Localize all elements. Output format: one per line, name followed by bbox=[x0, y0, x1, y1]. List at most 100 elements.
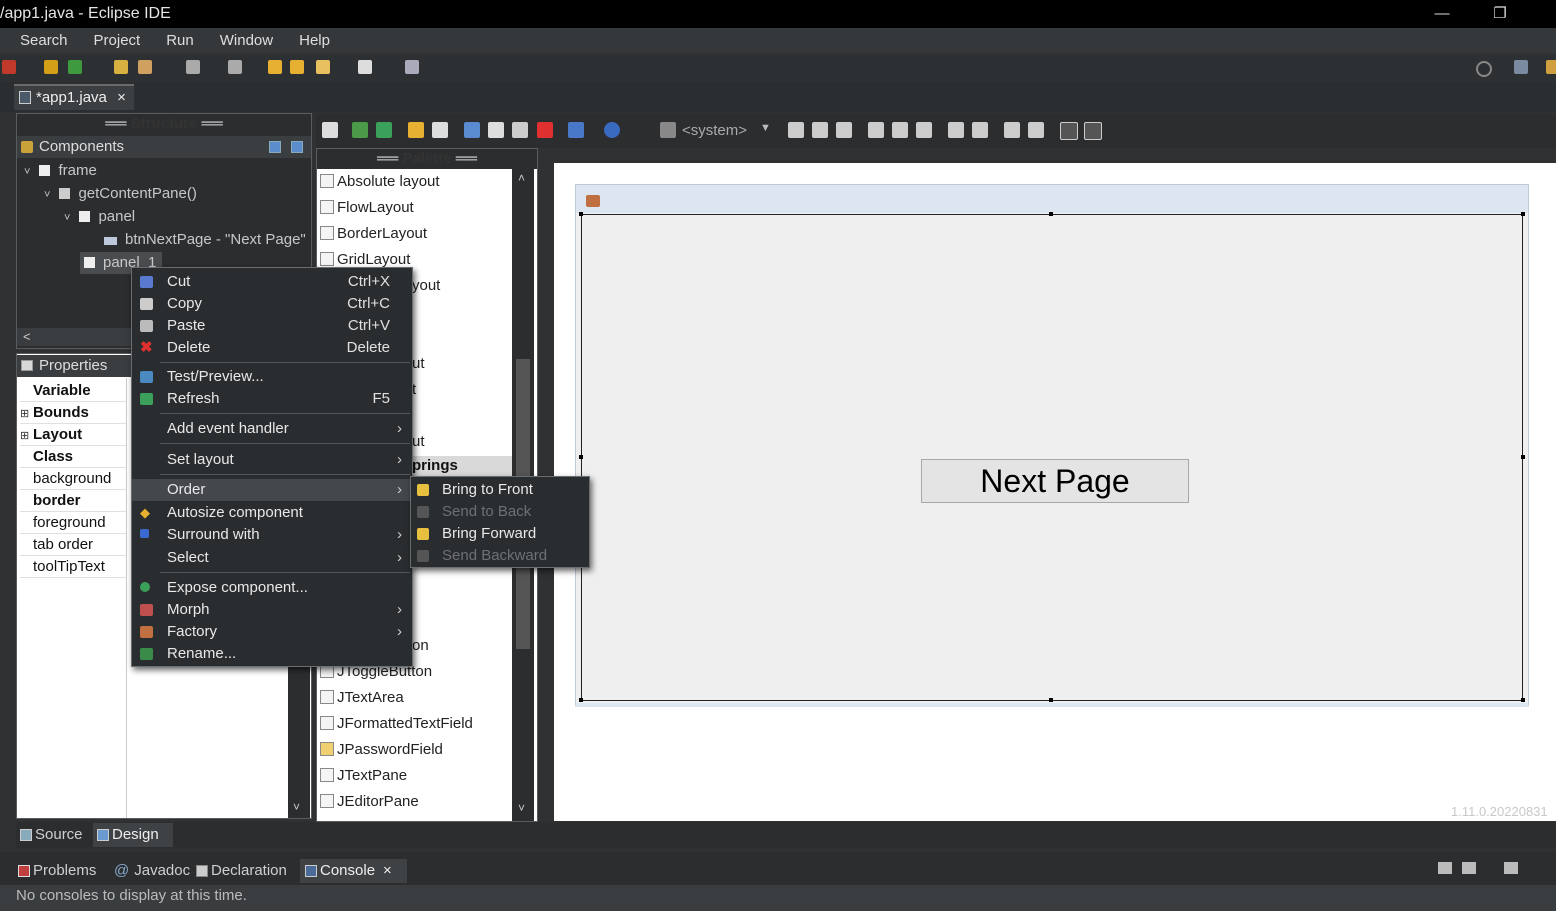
menu-search[interactable]: Search bbox=[0, 28, 94, 53]
menu-item-set-layout[interactable]: Set layout › bbox=[132, 449, 412, 471]
file-icon[interactable] bbox=[186, 60, 200, 74]
menu-item-order[interactable]: Order › bbox=[132, 479, 412, 501]
cut-icon[interactable] bbox=[464, 122, 480, 138]
palette-jtextarea[interactable]: JTextArea bbox=[320, 685, 404, 711]
palette-partial-item[interactable]: yout bbox=[412, 273, 440, 299]
undo-icon[interactable] bbox=[408, 122, 424, 138]
palette-borderlayout[interactable]: BorderLayout bbox=[320, 221, 427, 247]
tree-node-panel[interactable]: ˅ panel bbox=[64, 206, 135, 228]
palette-jeditorpane[interactable]: JEditorPane bbox=[320, 789, 419, 815]
restore-button[interactable]: ❐ bbox=[1472, 0, 1528, 28]
tree-node-btn-next-page[interactable]: btnNextPage - "Next Page" bbox=[104, 229, 306, 251]
prop-variable[interactable]: Variable bbox=[20, 380, 126, 402]
combo-dropdown-icon[interactable]: ▼ bbox=[760, 122, 771, 134]
annotation-icon[interactable] bbox=[228, 60, 242, 74]
frame-title-bar[interactable] bbox=[575, 184, 1529, 214]
next-page-button[interactable]: Next Page bbox=[921, 459, 1189, 503]
tab-console[interactable]: Console × bbox=[300, 859, 407, 883]
system-combo[interactable]: <system> bbox=[682, 121, 747, 141]
globe-icon[interactable] bbox=[604, 122, 620, 138]
prop-foreground[interactable]: foreground bbox=[20, 512, 126, 534]
center-h-icon[interactable] bbox=[1060, 122, 1078, 140]
prop-background[interactable]: background bbox=[20, 468, 126, 490]
open-perspective-icon[interactable] bbox=[1514, 60, 1528, 74]
editor-tab-close[interactable]: × bbox=[117, 89, 126, 106]
align-top-icon[interactable] bbox=[868, 122, 884, 138]
refresh-icon[interactable] bbox=[68, 60, 82, 74]
palette-scroll-up-arrow[interactable]: ˄ bbox=[518, 171, 525, 185]
align-right-icon[interactable] bbox=[836, 122, 852, 138]
align-middle-icon[interactable] bbox=[892, 122, 908, 138]
prop-tab-order[interactable]: tab order bbox=[20, 534, 126, 556]
look-and-feel-icon[interactable] bbox=[660, 122, 676, 138]
resize-handle[interactable] bbox=[1521, 212, 1525, 216]
resize-handle[interactable] bbox=[579, 212, 583, 216]
scroll-down-arrow[interactable]: ˅ bbox=[293, 800, 300, 814]
redo-icon[interactable] bbox=[432, 122, 448, 138]
tree-node-content-pane[interactable]: ˅ getContentPane() bbox=[44, 183, 197, 205]
center-v-icon[interactable] bbox=[1084, 122, 1102, 140]
align-left-icon[interactable] bbox=[788, 122, 804, 138]
submenu-bring-forward[interactable]: Bring Forward bbox=[411, 523, 589, 545]
menu-run[interactable]: Run bbox=[166, 28, 220, 53]
layout-expand-icon[interactable]: ⊞ bbox=[20, 429, 29, 442]
distribute-h-icon[interactable] bbox=[1004, 122, 1020, 138]
bounds-expand-icon[interactable]: ⊞ bbox=[20, 407, 29, 420]
submenu-bring-to-front[interactable]: Bring to Front bbox=[411, 479, 589, 501]
panel-1-selection[interactable] bbox=[581, 214, 1523, 701]
distribute-v-icon[interactable] bbox=[1028, 122, 1044, 138]
align-bottom-icon[interactable] bbox=[916, 122, 932, 138]
menu-item-add-event-handler[interactable]: Add event handler › bbox=[132, 418, 412, 440]
console-close[interactable]: × bbox=[383, 862, 392, 879]
menu-item-autosize[interactable]: ◆ Autosize component bbox=[132, 502, 412, 524]
menu-item-delete[interactable]: ✖ Delete Delete bbox=[132, 337, 412, 359]
tree-node-frame[interactable]: ˅ frame bbox=[24, 160, 97, 182]
palette-jtextpane[interactable]: JTextPane bbox=[320, 763, 407, 789]
menu-project[interactable]: Project bbox=[94, 28, 167, 53]
palette-jformattedtextfield[interactable]: JFormattedTextField bbox=[320, 711, 473, 737]
editor-tab-app1[interactable]: *app1.java × bbox=[14, 84, 134, 110]
open-console-icon[interactable] bbox=[1504, 862, 1518, 874]
menu-item-cut[interactable]: Cut Ctrl+X bbox=[132, 271, 412, 293]
menu-item-expose-component[interactable]: Expose component... bbox=[132, 577, 412, 599]
expand-all-icon[interactable] bbox=[269, 141, 281, 153]
delete-icon[interactable] bbox=[537, 122, 553, 138]
prop-border[interactable]: border bbox=[20, 490, 126, 512]
menu-item-paste[interactable]: Paste Ctrl+V bbox=[132, 315, 412, 337]
prop-tooltiptext[interactable]: toolTipText bbox=[20, 556, 126, 578]
palette-category-springs[interactable]: prings bbox=[412, 456, 512, 476]
copy-icon[interactable] bbox=[488, 122, 504, 138]
tab-problems[interactable]: Problems bbox=[18, 859, 96, 883]
collapse-all-icon[interactable] bbox=[291, 141, 303, 153]
pin-editor-icon[interactable] bbox=[405, 60, 419, 74]
debug-icon[interactable] bbox=[2, 60, 16, 74]
palette-absolute-layout[interactable]: Absolute layout bbox=[320, 169, 440, 195]
same-height-icon[interactable] bbox=[972, 122, 988, 138]
palette-partial-item[interactable]: on bbox=[412, 633, 429, 659]
menu-item-factory[interactable]: Factory › bbox=[132, 621, 412, 643]
test-preview-icon[interactable] bbox=[352, 122, 368, 138]
prop-bounds[interactable]: Bounds bbox=[20, 402, 126, 424]
pin-console-icon[interactable] bbox=[1438, 862, 1452, 874]
menu-item-refresh[interactable]: Refresh F5 bbox=[132, 388, 412, 410]
tab-javadoc[interactable]: @ Javadoc bbox=[114, 859, 190, 883]
menu-help[interactable]: Help bbox=[299, 28, 343, 53]
resize-handle[interactable] bbox=[1521, 698, 1525, 702]
palette-jpasswordfield[interactable]: JPasswordField bbox=[320, 737, 443, 763]
menu-item-test-preview[interactable]: Test/Preview... bbox=[132, 366, 412, 388]
palette-flowlayout[interactable]: FlowLayout bbox=[320, 195, 414, 221]
resize-handle[interactable] bbox=[1049, 698, 1053, 702]
events-icon[interactable] bbox=[568, 122, 584, 138]
menu-item-select[interactable]: Select › bbox=[132, 547, 412, 569]
same-width-icon[interactable] bbox=[948, 122, 964, 138]
align-center-icon[interactable] bbox=[812, 122, 828, 138]
open-folder-icon[interactable] bbox=[114, 60, 128, 74]
new-project-icon[interactable] bbox=[44, 60, 58, 74]
tab-source[interactable]: Source bbox=[20, 823, 83, 847]
refresh-design-icon[interactable] bbox=[376, 122, 392, 138]
menu-item-morph[interactable]: Morph › bbox=[132, 599, 412, 621]
palette-scroll-down-arrow[interactable]: ˅ bbox=[518, 801, 525, 815]
scroll-left-arrow[interactable]: < bbox=[23, 328, 31, 346]
menu-window[interactable]: Window bbox=[220, 28, 299, 53]
prop-layout[interactable]: Layout bbox=[20, 424, 126, 446]
